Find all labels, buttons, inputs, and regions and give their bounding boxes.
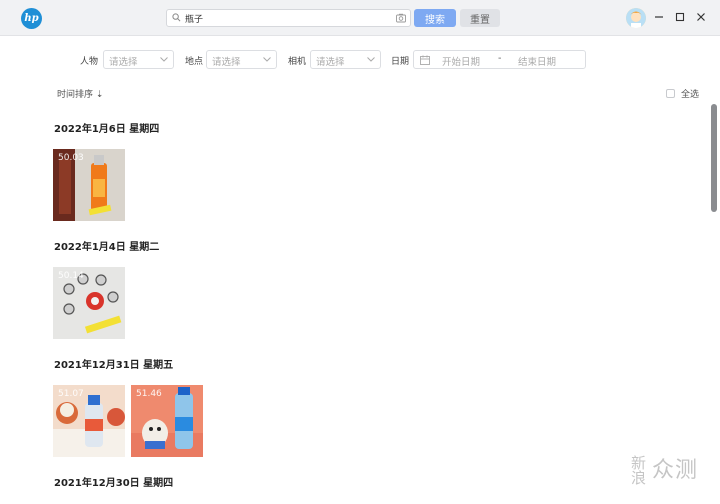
start-date-input[interactable]: 开始日期 <box>442 54 480 68</box>
search-input[interactable] <box>185 11 385 25</box>
maximize-icon[interactable] <box>673 10 687 24</box>
chevron-down-icon <box>160 57 168 62</box>
camera-select[interactable]: 请选择 <box>310 50 381 69</box>
chevron-down-icon <box>367 57 375 62</box>
search-box[interactable] <box>166 9 411 27</box>
time-sort-toggle[interactable]: 时间排序 ⇣ <box>57 87 103 100</box>
search-icon <box>172 13 181 22</box>
camera-filter-label: 相机 <box>288 57 307 67</box>
date-heading: 2021年12月31日 星期五 <box>54 360 174 371</box>
select-all-checkbox[interactable] <box>666 89 675 98</box>
search-button[interactable]: 搜索 <box>414 9 456 27</box>
hp-logo: hp <box>21 8 42 29</box>
select-all-label: 全选 <box>681 90 700 100</box>
watermark: 新 浪 <box>631 456 647 486</box>
date-separator: - <box>498 53 502 64</box>
watermark-line2: 浪 <box>631 469 648 487</box>
chevron-down-icon <box>263 57 271 62</box>
person-filter-label: 人物 <box>80 57 99 67</box>
photo-thumbnail[interactable]: 50.14 <box>53 267 125 339</box>
photo-size-label: 50.14 <box>58 271 84 281</box>
photo-thumbnail[interactable]: 51.07 <box>53 385 125 457</box>
select-all[interactable]: 全选 <box>666 87 699 100</box>
avatar[interactable] <box>626 8 646 28</box>
minimize-icon[interactable] <box>652 10 666 24</box>
camera-select-placeholder: 请选择 <box>316 57 345 68</box>
date-heading: 2022年1月4日 星期二 <box>54 242 160 253</box>
photo-thumbnail[interactable]: 51.46 <box>131 385 203 457</box>
place-select-placeholder: 请选择 <box>212 57 241 68</box>
place-select[interactable]: 请选择 <box>206 50 277 69</box>
photo-size-label: 51.07 <box>58 389 84 399</box>
date-heading: 2022年1月6日 星期四 <box>54 124 160 135</box>
calendar-icon <box>420 55 430 65</box>
person-select-placeholder: 请选择 <box>109 57 138 68</box>
date-filter-label: 日期 <box>391 57 410 67</box>
close-icon[interactable] <box>694 10 708 24</box>
photo-size-label: 50.03 <box>58 153 84 163</box>
watermark-brand: 众测 <box>652 458 699 483</box>
camera-icon[interactable] <box>396 13 406 23</box>
reset-button[interactable]: 重置 <box>460 9 500 27</box>
title-bar: hp 搜索 重置 <box>0 0 720 36</box>
place-filter-label: 地点 <box>185 57 204 67</box>
photo-size-label: 51.46 <box>136 389 162 399</box>
date-heading: 2021年12月30日 星期四 <box>54 478 174 489</box>
end-date-input[interactable]: 结束日期 <box>518 54 556 68</box>
date-range-picker[interactable]: 开始日期 - 结束日期 <box>413 50 586 69</box>
scrollbar-thumb[interactable] <box>711 104 717 212</box>
person-select[interactable]: 请选择 <box>103 50 174 69</box>
photo-thumbnail[interactable]: 50.03 <box>53 149 125 221</box>
